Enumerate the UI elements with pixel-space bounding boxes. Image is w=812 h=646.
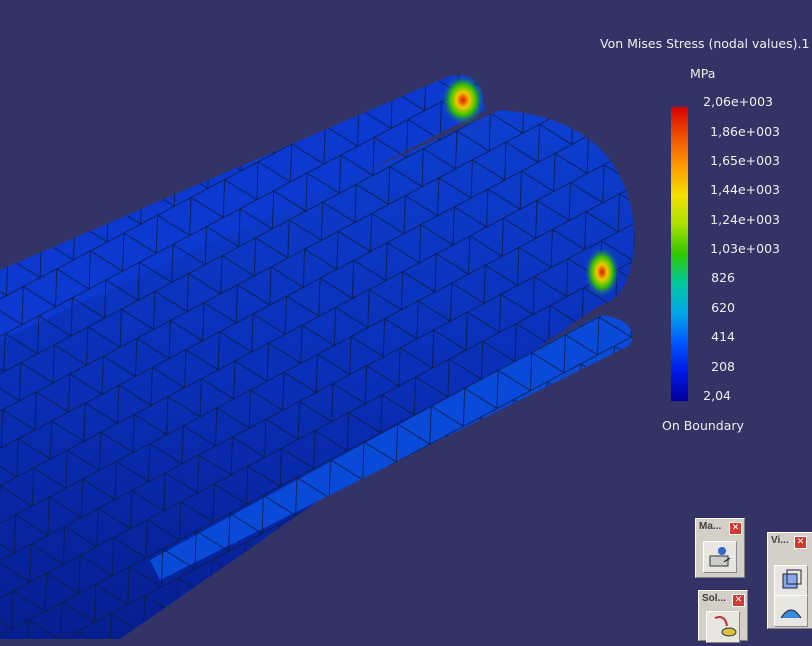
view-mode-icon[interactable]	[774, 565, 808, 597]
legend-tick: 620	[711, 300, 735, 315]
view-toolbar[interactable]: Vi... ✕	[767, 532, 812, 629]
legend-tick: 208	[711, 359, 735, 374]
close-icon[interactable]: ✕	[732, 594, 745, 607]
render-style-icon[interactable]	[774, 595, 808, 627]
stress-hotspot-top	[441, 74, 485, 126]
stress-hotspot-edge	[584, 246, 620, 298]
legend-tick: 826	[711, 270, 735, 285]
solve-toolbar[interactable]: Sol... ✕	[698, 590, 748, 643]
toolbar-title: Ma...	[699, 521, 722, 532]
legend-tick: 2,06e+003	[703, 94, 773, 109]
legend-unit: MPa	[690, 66, 716, 81]
toolbar-title: Sol...	[702, 593, 726, 604]
legend-tick: 1,86e+003	[710, 124, 780, 139]
legend-tick: 1,03e+003	[710, 241, 780, 256]
manage-toolbar[interactable]: Ma... ✕	[695, 518, 745, 578]
legend-tick: 2,04	[703, 388, 731, 403]
close-icon[interactable]: ✕	[729, 522, 742, 535]
legend-tick: 1,24e+003	[710, 212, 780, 227]
legend-tick: 1,65e+003	[710, 153, 780, 168]
toolbar-title: Vi...	[771, 535, 789, 546]
legend-title: Von Mises Stress (nodal values).1	[600, 36, 810, 51]
manage-solutions-icon[interactable]	[703, 541, 737, 573]
close-icon[interactable]: ✕	[794, 536, 807, 549]
compute-icon[interactable]	[706, 611, 740, 643]
legend-tick: 1,44e+003	[710, 182, 780, 197]
legend-footer: On Boundary	[662, 418, 744, 433]
legend-tick: 414	[711, 329, 735, 344]
